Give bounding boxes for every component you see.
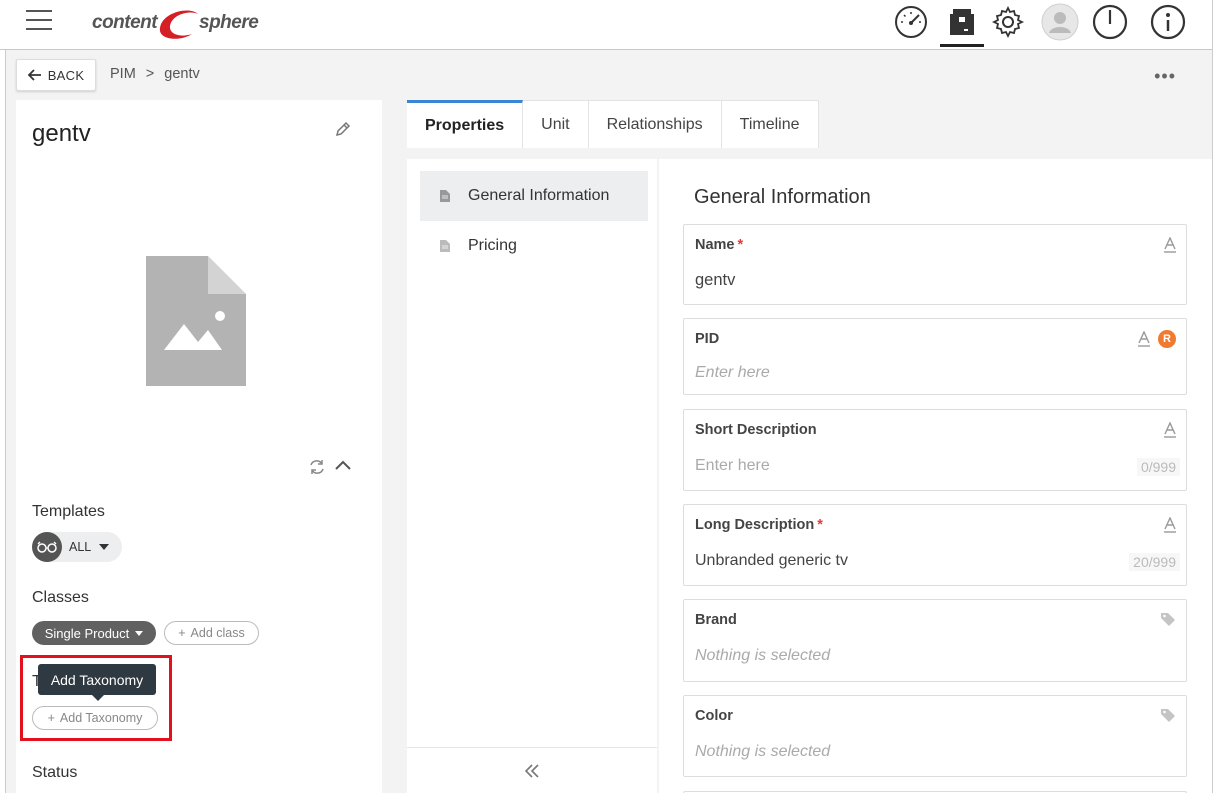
collapse-nav-icon[interactable] <box>407 747 657 793</box>
long-description-value: Unbranded generic tv <box>695 552 848 569</box>
templates-label: Templates <box>32 503 105 520</box>
tag-icon <box>1161 613 1175 626</box>
color-field[interactable]: Color Nothing is selected <box>683 695 1187 777</box>
pid-placeholder: Enter here <box>695 364 770 381</box>
long-description-field[interactable]: Long Description * Unbranded generic tv 2… <box>683 504 1187 586</box>
char-counter: 20/999 <box>1129 553 1180 571</box>
subnav-label: Pricing <box>468 237 517 254</box>
more-options-icon[interactable]: ••• <box>1154 66 1176 87</box>
chevron-down-icon <box>99 544 110 550</box>
properties-form: General Information Name * gentv PID R En… <box>659 159 1212 793</box>
logo-text-right: sphere <box>199 12 259 33</box>
tab-relationships[interactable]: Relationships <box>588 100 722 148</box>
document-icon <box>440 190 450 202</box>
short-description-placeholder: Enter here <box>695 457 770 474</box>
tab-properties[interactable]: Properties <box>407 100 524 148</box>
templates-selector[interactable]: ALL <box>32 532 122 562</box>
add-class-button[interactable]: + Add class <box>164 621 259 645</box>
text-attribute-icon <box>1164 237 1176 253</box>
brand-field[interactable]: Brand Nothing is selected <box>683 599 1187 682</box>
tab-bar: Properties Unit Relationships Timeline <box>407 100 819 148</box>
field-label: Color <box>695 708 733 724</box>
field-label: Name * <box>695 237 744 253</box>
subnav-label: General Information <box>468 187 610 204</box>
add-class-label: Add class <box>190 626 245 640</box>
subnav-item-pricing[interactable]: Pricing <box>420 221 648 271</box>
classes-label: Classes <box>32 589 89 606</box>
color-placeholder: Nothing is selected <box>695 743 831 760</box>
arrow-left-icon <box>27 69 41 81</box>
back-label: BACK <box>47 67 85 83</box>
field-label: Long Description * <box>695 517 823 533</box>
item-title: gentv <box>32 120 91 147</box>
pencil-icon[interactable] <box>334 120 352 143</box>
field-label: PID <box>695 331 720 347</box>
property-groups-nav: General Information Pricing <box>407 159 657 793</box>
name-value: gentv <box>695 271 736 289</box>
short-description-field[interactable]: Short Description Enter here 0/999 <box>683 409 1187 491</box>
highlight-annotation <box>20 655 172 741</box>
item-detail-area: Properties Unit Relationships Timeline G… <box>382 100 1212 793</box>
info-icon[interactable] <box>1148 2 1188 42</box>
document-icon <box>440 240 450 252</box>
tag-icon <box>1161 709 1175 722</box>
form-section-title: General Information <box>694 186 871 208</box>
chevron-down-icon <box>135 630 144 636</box>
power-icon[interactable] <box>1090 2 1130 42</box>
dashboard-icon[interactable] <box>891 2 931 42</box>
breadcrumb-current: gentv <box>164 66 200 82</box>
logo-swoosh-icon <box>159 10 198 39</box>
pid-field[interactable]: PID R Enter here <box>683 318 1187 395</box>
back-button[interactable]: BACK <box>16 59 96 91</box>
product-box-icon[interactable] <box>940 2 984 47</box>
breadcrumb-separator: > <box>145 66 155 82</box>
char-counter: 0/999 <box>1136 458 1180 476</box>
user-avatar-icon[interactable] <box>1040 2 1080 42</box>
logo-text-left: content <box>92 12 158 33</box>
class-chip-single-product[interactable]: Single Product <box>32 621 156 645</box>
tab-timeline[interactable]: Timeline <box>721 100 819 148</box>
image-placeholder-icon <box>146 256 246 391</box>
breadcrumb-pim[interactable]: PIM <box>110 66 136 82</box>
field-label: Brand <box>695 612 737 628</box>
field-label: Short Description <box>695 422 817 438</box>
sub-header: BACK PIM > gentv ••• <box>6 50 1212 100</box>
text-attribute-icon <box>1138 331 1150 347</box>
app-logo[interactable]: content sphere <box>92 6 272 40</box>
gear-icon[interactable] <box>988 2 1028 42</box>
refresh-icon[interactable] <box>308 458 326 481</box>
subnav-item-general-information[interactable]: General Information <box>420 171 648 221</box>
chevron-up-icon[interactable] <box>334 458 352 477</box>
templates-value: ALL <box>69 540 92 554</box>
glasses-icon <box>32 532 62 562</box>
top-bar: content sphere <box>0 0 1217 50</box>
status-label: Status <box>32 764 78 781</box>
menu-icon[interactable] <box>26 10 52 32</box>
text-attribute-icon <box>1164 517 1176 533</box>
window-right-edge <box>1212 0 1217 793</box>
class-chip-label: Single Product <box>44 625 130 641</box>
brand-placeholder: Nothing is selected <box>695 647 831 664</box>
plus-icon: + <box>178 626 186 640</box>
breadcrumb: PIM > gentv <box>110 66 200 82</box>
name-field[interactable]: Name * gentv <box>683 224 1187 305</box>
tab-unit[interactable]: Unit <box>523 100 589 148</box>
required-badge: R <box>1158 330 1176 348</box>
text-attribute-icon <box>1164 422 1176 438</box>
